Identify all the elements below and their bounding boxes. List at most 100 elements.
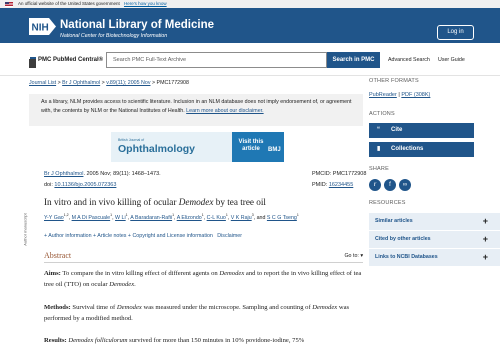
expand-plus-icon: + [482, 234, 488, 244]
results-text: survived for more than 150 minutes in 10… [127, 337, 305, 344]
results-label: Results: [44, 337, 67, 344]
goto-dropdown[interactable]: Go to: ▾ [344, 253, 363, 259]
methods-text-b: was measured under the microscope. Sampl… [141, 304, 313, 311]
author-link[interactable]: C-L Kuo [207, 215, 226, 221]
aims-italic-1: Demodex [219, 270, 245, 277]
actions-heading: ACTIONS [369, 111, 395, 117]
methods-italic-1: Demodex [116, 304, 142, 311]
author-link[interactable]: V K Raju [231, 215, 252, 221]
link-share-icon[interactable]: ∞ [399, 179, 411, 191]
author-link[interactable]: S C G Tseng [267, 215, 297, 221]
similar-articles-item[interactable]: Similar articles + [369, 213, 500, 230]
author-link[interactable]: A Elizondo [177, 215, 202, 221]
author-affiliation: 1 [296, 213, 299, 217]
author-manuscript-label: Author manuscript [22, 213, 28, 249]
expand-plus-icon: + [482, 252, 488, 262]
facebook-share-icon[interactable]: f [384, 179, 396, 191]
similar-articles-label: Similar articles [375, 218, 413, 224]
author-link[interactable]: Y-Y Gao [44, 215, 64, 221]
journal-ad-banner[interactable]: British Journal of Ophthalmology Visit t… [111, 132, 284, 162]
user-guide-link[interactable]: User Guide [438, 57, 465, 63]
cited-by-item[interactable]: Cited by other articles + [369, 231, 500, 248]
pmid-label: PMID: [312, 182, 329, 188]
expand-plus-icon: + [482, 216, 488, 226]
breadcrumb-journal-list[interactable]: Journal List [29, 80, 56, 86]
author-affiliation: 1 [172, 213, 175, 217]
nlm-subtitle: National Center for Biotechnology Inform… [60, 33, 168, 39]
collections-button[interactable]: ▮ Collections [369, 142, 474, 157]
aims-label: Aims: [44, 270, 61, 277]
abstract-header: Abstract Go to: ▾ [44, 251, 363, 263]
abstract-methods: Methods: Survival time of Demodex was me… [44, 303, 363, 324]
quote-icon: “ [377, 127, 380, 133]
login-button[interactable]: Log in [437, 25, 474, 40]
author-link[interactable]: A Baradaran-Rafii [130, 215, 172, 221]
cite-label: Cite [391, 127, 403, 133]
ad-journal-panel: British Journal of Ophthalmology [111, 132, 232, 162]
article-title-italic: Demodex [178, 197, 214, 207]
ad-cta-panel: Visit this article BMJ [232, 132, 284, 162]
pubreader-link[interactable]: PubReader [369, 92, 397, 98]
author-affiliation: 1 [125, 213, 128, 217]
article-title-pre: In vitro and in vivo killing of ocular [44, 197, 179, 207]
aims-text-a: To compare the in vitro killing effect o… [60, 270, 220, 277]
pmc-logo[interactable]: PMC PubMed Central® [29, 54, 103, 68]
methods-text-a: Survival time of [70, 304, 117, 311]
heres-how-link[interactable]: Here's how you know [124, 1, 167, 6]
pmid-line: PMID: 16234455 [312, 182, 353, 188]
bmj-logo: BMJ [268, 147, 281, 153]
disclaimer-learn-more-link[interactable]: Learn more about our disclaimer. [186, 108, 263, 114]
gov-banner: An official website of the United States… [0, 0, 500, 8]
other-formats-heading: OTHER FORMATS [369, 78, 419, 84]
resources-heading: RESOURCES [369, 200, 406, 206]
doi-line: doi: 10.1136/bjo.2005.072363 [44, 182, 116, 188]
author-affiliation: 1 [110, 213, 113, 217]
author-affiliation: 3 [251, 213, 254, 217]
us-flag-icon [5, 1, 13, 7]
results-italic: Demodex folliculorum [66, 337, 128, 344]
citation-line: Br J Ophthalmol. 2005 Nov; 89(11): 1468–… [44, 171, 161, 177]
cited-by-label: Cited by other articles [375, 236, 431, 242]
doi-link[interactable]: 10.1136/bjo.2005.072363 [54, 182, 116, 188]
author-link[interactable]: M A Di Pascuale [72, 215, 111, 221]
nlm-header: NIH National Library of Medicine Nationa… [0, 8, 500, 43]
author-link[interactable]: W Li [115, 215, 126, 221]
author-info-toggles[interactable]: + Author information + Article notes + C… [44, 233, 213, 239]
article-title-post: by tea tree oil [213, 197, 266, 207]
pmc-logo-icon [29, 59, 36, 68]
pmc-logo-accent [30, 57, 36, 59]
author-affiliation: 1,2 [63, 213, 69, 217]
article-disclaimer-link[interactable]: Disclaimer [217, 233, 242, 239]
citation-journal-link[interactable]: Br J Ophthalmol [44, 171, 83, 177]
ad-journal-small: British Journal of [118, 138, 145, 142]
pdf-link[interactable]: PDF (308K) [401, 92, 430, 98]
pmid-link[interactable]: 16234455 [329, 182, 353, 188]
disclaimer-box: As a library, NLM provides access to sci… [29, 94, 363, 126]
ncbi-links-item[interactable]: Links to NCBI Databases + [369, 249, 500, 266]
author-affiliation: 1 [201, 213, 204, 217]
cite-button[interactable]: “ Cite [369, 123, 474, 138]
advanced-search-link[interactable]: Advanced Search [388, 57, 430, 63]
author-list: Y-Y Gao1,2, M A Di Pascuale1, W Li1, A B… [44, 213, 299, 221]
citation-details: . 2005 Nov; 89(11): 1468–1473. [83, 171, 161, 177]
abstract-results: Results: Demodex folliculorum survived f… [44, 336, 363, 347]
nih-logo[interactable]: NIH [29, 18, 56, 35]
search-input[interactable]: Search PMC Full-Text Archive [106, 52, 327, 68]
breadcrumb-current: PMC1772908 [156, 80, 189, 86]
abstract-heading: Abstract [44, 251, 72, 260]
pmc-logo-text: PMC PubMed Central® [38, 57, 104, 63]
abstract-aims: Aims: To compare the in vitro killing ef… [44, 269, 363, 290]
nih-logo-text: NIH [32, 23, 49, 34]
search-button[interactable]: Search in PMC [327, 52, 380, 68]
nlm-title[interactable]: National Library of Medicine [60, 19, 214, 31]
breadcrumb: Journal List > Br J Ophthalmol > v.89(11… [29, 80, 189, 86]
ncbi-links-label: Links to NCBI Databases [375, 254, 438, 260]
search-row: PMC PubMed Central® Search PMC Full-Text… [0, 43, 500, 76]
aims-italic-2: Demodex [109, 280, 135, 288]
breadcrumb-journal[interactable]: Br J Ophthalmol [62, 80, 100, 86]
twitter-share-icon[interactable]: 𝕣 [369, 179, 381, 191]
collections-label: Collections [391, 146, 424, 152]
breadcrumb-issue[interactable]: v.89(11); 2005 Nov [106, 80, 150, 86]
aims-text-c: . [134, 280, 136, 288]
author-manuscript-text: Author manuscript [22, 213, 28, 246]
